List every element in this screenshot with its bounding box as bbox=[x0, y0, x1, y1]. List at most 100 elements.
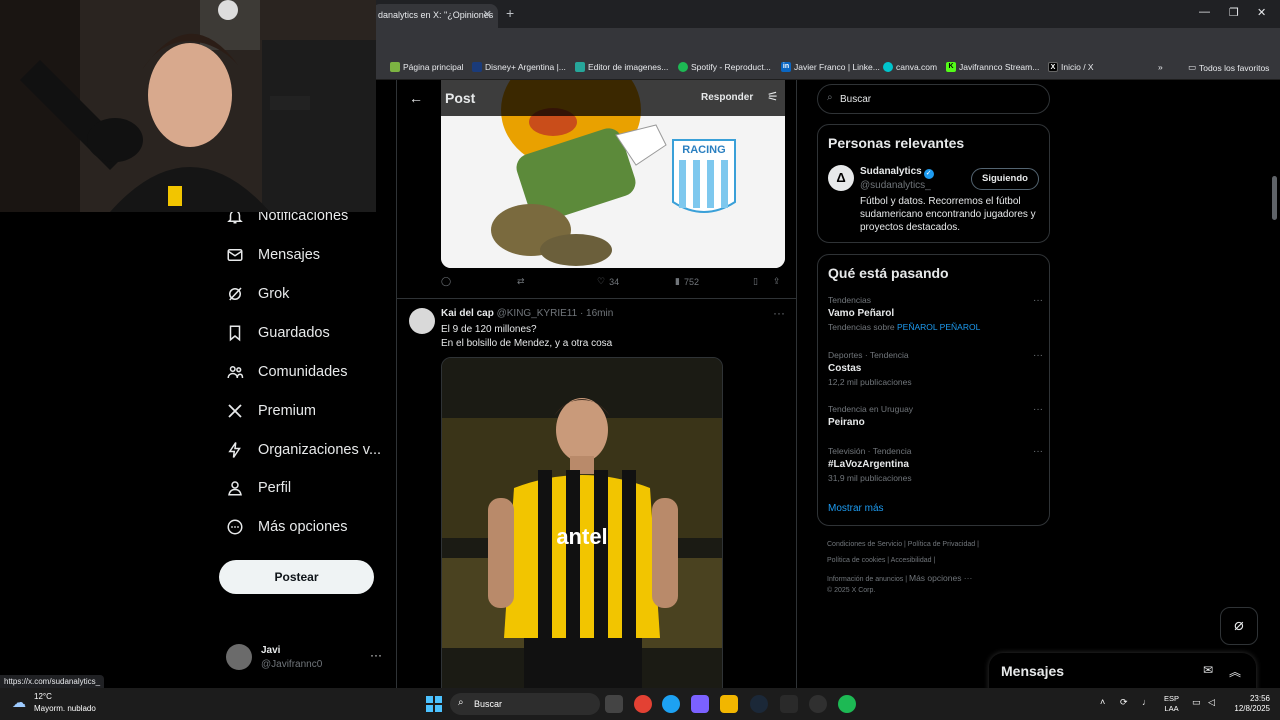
card-title: Personas relevantes bbox=[828, 135, 965, 151]
scroll-thumb[interactable] bbox=[1272, 176, 1277, 220]
mic-icon[interactable]: ♩ bbox=[1142, 697, 1151, 707]
views-button[interactable]: ▮ 752 bbox=[675, 276, 699, 287]
obs-icon[interactable] bbox=[809, 695, 827, 713]
reply-sort-button[interactable]: Responder bbox=[701, 92, 753, 103]
close-window-icon[interactable]: ✕ bbox=[1257, 6, 1266, 19]
status-url: https://x.com/sudanalytics_ bbox=[0, 675, 105, 689]
verified-badge-icon: ✓ bbox=[923, 169, 934, 179]
relevant-people-card: Personas relevantes Δ Sudanalytics ✓ @sud… bbox=[817, 124, 1050, 243]
heart-icon: ♡ bbox=[597, 276, 606, 286]
tweet-text: El 9 de 120 millones? En el bolsillo de … bbox=[441, 324, 613, 349]
windows-taskbar: ☁ 12°C Mayorm. nublado ⌕ Buscar ˄ ⟳ ♩ ES… bbox=[0, 688, 1280, 720]
bookmark-editor[interactable]: Editor de imagenes... bbox=[575, 62, 668, 72]
trend-item[interactable]: Deportes · Tendencia Costas 12,2 mil pub… bbox=[828, 350, 1043, 387]
trend-item[interactable]: Tendencia en Uruguay Peirano ··· bbox=[828, 404, 1043, 428]
filter-icon[interactable]: ⚟ bbox=[767, 89, 779, 105]
edge-icon[interactable] bbox=[662, 695, 680, 713]
divider bbox=[397, 298, 796, 299]
shirt-sponsor-text: antel bbox=[556, 524, 607, 549]
tweet-author-name[interactable]: Kai del cap bbox=[441, 308, 494, 319]
more-dots-icon[interactable]: ··· bbox=[1033, 446, 1043, 457]
tweet-media-image[interactable]: antel bbox=[441, 357, 723, 688]
expand-up-icon[interactable]: ︽ bbox=[1229, 663, 1241, 680]
more-dots-icon[interactable]: ··· bbox=[1033, 404, 1043, 415]
chrome-icon[interactable] bbox=[634, 695, 652, 713]
messages-drawer[interactable]: Mensajes ✉ ︽ bbox=[989, 653, 1256, 693]
relevant-handle[interactable]: @sudanalytics_ bbox=[860, 180, 931, 191]
bookmark-disney[interactable]: Disney+ Argentina |... bbox=[472, 62, 566, 72]
clock[interactable]: 23:56 12/8/2025 bbox=[1228, 694, 1270, 714]
bookmark-canva[interactable]: canva.com bbox=[883, 62, 937, 72]
taskview-icon[interactable] bbox=[605, 695, 623, 713]
capcut-icon[interactable] bbox=[780, 695, 798, 713]
show-more-link[interactable]: Mostrar más bbox=[828, 503, 884, 514]
bookmark-home[interactable]: Página principal bbox=[390, 62, 463, 72]
racing-logo-text: RACING bbox=[682, 144, 725, 156]
nav-messages[interactable]: Mensajes bbox=[226, 240, 320, 270]
nav-bookmarks[interactable]: Guardados bbox=[226, 318, 330, 348]
canva-icon bbox=[883, 62, 893, 72]
back-arrow-icon[interactable]: ← bbox=[409, 90, 423, 106]
person-icon bbox=[228, 481, 242, 496]
account-switcher[interactable]: Javi @Javifrannc0 ··· bbox=[226, 642, 386, 674]
more-dots-icon[interactable]: ··· bbox=[773, 306, 785, 320]
post-button[interactable]: Postear bbox=[219, 560, 374, 594]
search-input[interactable]: ⌕ Buscar bbox=[817, 84, 1050, 114]
avatar[interactable]: Δ bbox=[828, 165, 854, 191]
x-logo-icon bbox=[228, 404, 242, 418]
card-title: Qué está pasando bbox=[828, 265, 949, 281]
nav-profile[interactable]: Perfil bbox=[226, 473, 291, 503]
windows-start-icon[interactable] bbox=[426, 696, 442, 712]
tweet-header: Kai del cap @KING_KYRIE11 · 16min bbox=[441, 308, 613, 319]
grok-icon[interactable]: ⌀ bbox=[1220, 607, 1258, 645]
nav-more[interactable]: Más opciones bbox=[226, 512, 347, 542]
nav-premium[interactable]: Premium bbox=[226, 396, 316, 426]
input-language[interactable]: ESP LAA bbox=[1164, 694, 1179, 714]
taskbar-search[interactable]: ⌕ Buscar bbox=[450, 693, 600, 715]
share-icon[interactable]: ⇪ bbox=[773, 276, 781, 287]
like-button[interactable]: ♡ 34 bbox=[597, 276, 619, 287]
bookmark-kick[interactable]: K Javifrannco Stream... bbox=[946, 62, 1039, 72]
page-scrollbar[interactable] bbox=[1270, 80, 1280, 688]
tweet-author-handle[interactable]: @KING_KYRIE11 bbox=[497, 308, 578, 319]
browser-tab-active[interactable]: danalytics en X: "¿Opiniones ✕ bbox=[372, 4, 498, 28]
tab-close-icon[interactable]: ✕ bbox=[483, 8, 492, 21]
envelope-icon bbox=[227, 249, 243, 261]
nav-organizations[interactable]: Organizaciones v... bbox=[226, 435, 381, 465]
minimize-icon[interactable]: — bbox=[1199, 6, 1210, 18]
footer-links-1[interactable]: Condiciones de Servicio | Política de Pr… bbox=[827, 541, 979, 548]
sync-icon[interactable]: ⟳ bbox=[1120, 697, 1128, 708]
more-dots-icon[interactable]: ··· bbox=[1033, 350, 1043, 361]
trend-item[interactable]: Televisión · Tendencia #LaVozArgentina 3… bbox=[828, 446, 1043, 483]
tray-chevron-icon[interactable]: ˄ bbox=[1100, 697, 1105, 707]
footer-links-2[interactable]: Política de cookies | Accesibilidad | bbox=[827, 557, 935, 564]
bookmark-linkedin[interactable]: in Javier Franco | Linke... bbox=[781, 62, 880, 72]
restore-icon[interactable]: ❐ bbox=[1229, 6, 1239, 19]
bookmarks-overflow-icon[interactable]: » bbox=[1158, 62, 1163, 72]
file-explorer-icon[interactable] bbox=[720, 695, 738, 713]
trend-item[interactable]: Tendencias Vamo Peñarol Tendencias sobre… bbox=[828, 295, 1043, 332]
new-message-icon[interactable]: ✉ bbox=[1203, 663, 1213, 677]
all-bookmarks[interactable]: ▭ Todos los favoritos bbox=[1188, 62, 1269, 73]
bookmark-spotify[interactable]: Spotify - Reproduct... bbox=[678, 62, 771, 72]
relevant-name[interactable]: Sudanalytics ✓ bbox=[860, 166, 934, 179]
nav-communities[interactable]: Comunidades bbox=[226, 357, 347, 387]
copilot-icon[interactable] bbox=[691, 695, 709, 713]
spotify-icon[interactable] bbox=[838, 695, 856, 713]
more-dots-icon[interactable]: ··· bbox=[370, 648, 382, 662]
new-tab-icon[interactable]: + bbox=[506, 5, 514, 21]
tweet-time[interactable]: · 16min bbox=[580, 308, 613, 319]
reply-icon[interactable]: ◯ bbox=[441, 276, 451, 287]
following-button[interactable]: Siguiendo bbox=[971, 168, 1039, 190]
avatar[interactable] bbox=[409, 308, 435, 334]
timeline-column: ← Post Responder ⚟ RACING ◯ ⇄ ♡ 34 ▮ 752… bbox=[396, 80, 797, 688]
steam-icon[interactable] bbox=[750, 695, 768, 713]
network-icon[interactable]: ▭ bbox=[1192, 697, 1201, 708]
more-dots-icon[interactable]: ··· bbox=[1033, 295, 1043, 306]
bookmark-icon[interactable]: ▯ bbox=[753, 276, 758, 287]
nav-grok[interactable]: Grok bbox=[226, 279, 289, 309]
repost-icon[interactable]: ⇄ bbox=[517, 276, 525, 287]
bookmark-x[interactable]: X Inicio / X bbox=[1048, 62, 1094, 72]
volume-icon[interactable]: ◁ bbox=[1208, 697, 1215, 708]
spotify-icon bbox=[678, 62, 688, 72]
